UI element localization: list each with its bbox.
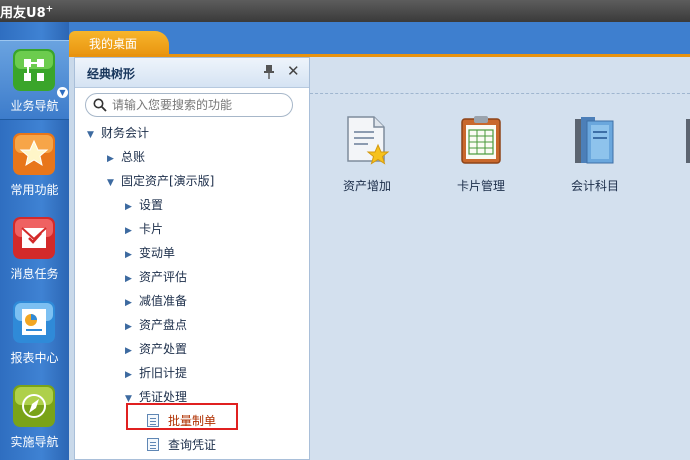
message-icon: [13, 217, 55, 259]
tree-node-change[interactable]: ▶ 变动单: [125, 243, 175, 263]
desktop-area: 资产增加 卡片管理 会计科目: [310, 57, 690, 460]
app-label: 资产增加: [342, 179, 391, 193]
chevron-down-icon[interactable]: ▼: [107, 173, 121, 193]
chevron-right-icon[interactable]: ▶: [125, 221, 139, 241]
document-icon: [147, 438, 159, 451]
tree-node-inventory[interactable]: ▶ 资产盘点: [125, 315, 187, 335]
pin-icon[interactable]: [263, 65, 275, 79]
rail-item-messages[interactable]: 消息任务: [0, 209, 69, 289]
asset-add-icon: [347, 116, 390, 165]
search-input[interactable]: [112, 97, 288, 113]
chevron-down-icon[interactable]: ▼: [87, 125, 101, 145]
app-logo: 用友U8+: [0, 4, 54, 21]
rail-item-implementation[interactable]: 实施导航: [0, 377, 69, 457]
report-icon: [13, 301, 55, 343]
rail-item-reports[interactable]: 报表中心: [0, 293, 69, 373]
search-icon: [93, 98, 107, 112]
chevron-right-icon[interactable]: ▶: [125, 317, 139, 337]
tree-node-disposal[interactable]: ▶ 资产处置: [125, 339, 187, 359]
tree-node-evaluate[interactable]: ▶ 资产评估: [125, 267, 187, 287]
card-manage-icon: [461, 116, 501, 164]
chevron-right-icon[interactable]: ▶: [125, 197, 139, 217]
close-icon[interactable]: ✕: [287, 64, 300, 79]
rail-label: 实施导航: [10, 435, 59, 449]
search-box[interactable]: [85, 93, 293, 117]
title-bar: 用友U8+: [0, 0, 690, 22]
rail-label: 报表中心: [10, 351, 59, 365]
tree-node-finance[interactable]: ▼ 财务会计: [87, 123, 149, 143]
star-icon: [13, 133, 55, 175]
panel-header: 经典树形 ✕: [75, 58, 309, 88]
tree-leaf-query[interactable]: 查询凭证: [147, 435, 216, 455]
app-label: 卡片管理: [456, 179, 505, 193]
rail-item-business-nav[interactable]: 业务导航 ▼: [0, 40, 69, 120]
highlight-box: [126, 403, 238, 430]
chevron-right-icon[interactable]: ▶: [125, 269, 139, 289]
panel-title: 经典树形: [87, 67, 136, 81]
tab-strip: 我的桌面: [69, 22, 690, 57]
account-book-icon: [575, 117, 614, 164]
compass-icon: [13, 385, 55, 427]
chevron-right-icon[interactable]: ▶: [125, 293, 139, 313]
left-rail: 业务导航 ▼ 常用功能 消息任务 报表中心 实施导航: [0, 22, 69, 460]
app-label: 会计科目: [570, 179, 619, 193]
divider: [310, 93, 690, 94]
tree-node-depreciation[interactable]: ▶ 折旧计提: [125, 363, 187, 383]
chevron-right-icon[interactable]: ▶: [107, 149, 121, 169]
tree-node-card[interactable]: ▶ 卡片: [125, 219, 163, 239]
tree-node-fixed-assets[interactable]: ▼ 固定资产[演示版]: [107, 171, 214, 191]
rail-item-favorites[interactable]: 常用功能: [0, 125, 69, 205]
rail-label: 业务导航: [10, 99, 59, 113]
tree-panel: 经典树形 ✕ ▼财务会计 ▶总账 ▼固定资产[演示版] ▶设置 ▶卡片: [74, 57, 310, 460]
chevron-down-icon[interactable]: ▼: [57, 87, 68, 98]
tree-node-ledger[interactable]: ▶ 总账: [107, 147, 145, 167]
chevron-right-icon[interactable]: ▶: [125, 341, 139, 361]
chevron-right-icon[interactable]: ▶: [125, 245, 139, 265]
rail-label: 消息任务: [10, 267, 59, 281]
tree-node-impairment[interactable]: ▶ 减值准备: [125, 291, 187, 311]
rail-label: 常用功能: [10, 183, 59, 197]
business-nav-icon: [13, 49, 55, 91]
desktop-app-partial-icon: [686, 119, 690, 163]
tree-node-settings[interactable]: ▶ 设置: [125, 195, 163, 215]
chevron-right-icon[interactable]: ▶: [125, 365, 139, 385]
